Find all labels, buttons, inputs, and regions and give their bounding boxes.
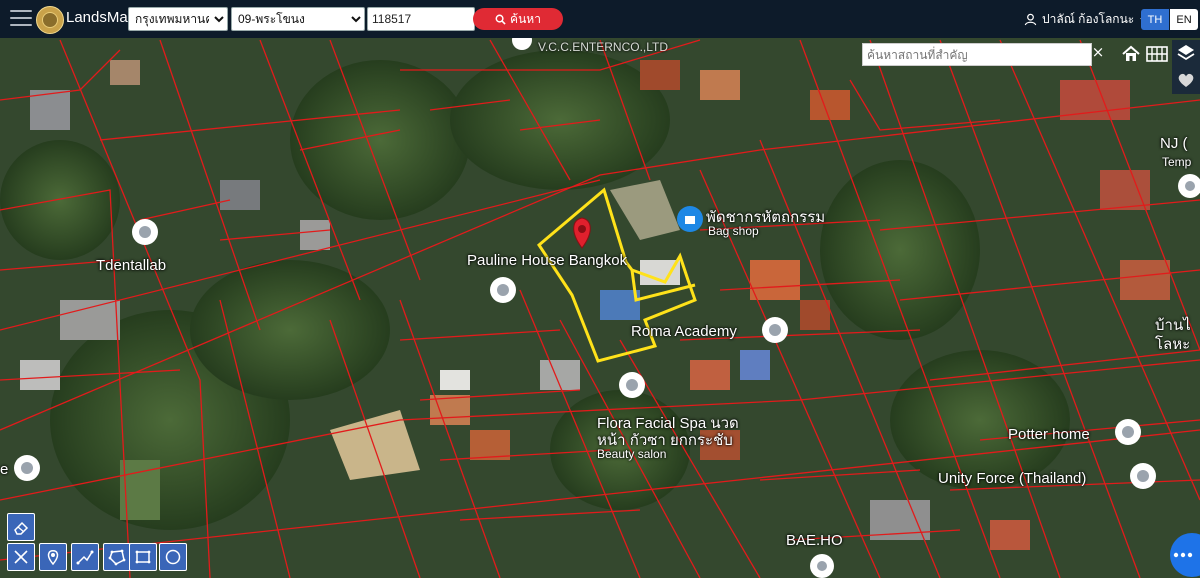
poi-marker-unity-force[interactable] <box>1130 463 1156 489</box>
home-icon <box>1122 45 1140 61</box>
poi-marker-roma-academy[interactable] <box>762 317 788 343</box>
poi-marker-tdentallab[interactable] <box>132 219 158 245</box>
grid-button[interactable] <box>1145 42 1169 66</box>
map-label-beauty-salon: Beauty salon <box>597 447 667 461</box>
poi-marker-pauline-house[interactable] <box>490 277 516 303</box>
rectangle-icon <box>135 550 151 564</box>
circle-icon <box>165 549 181 565</box>
location-pin-icon <box>47 550 59 566</box>
measure-tool-button[interactable] <box>7 543 35 571</box>
rectangle-tool-button[interactable] <box>129 543 157 571</box>
menu-icon[interactable] <box>10 10 32 28</box>
search-button[interactable]: ค้นหา <box>473 8 563 30</box>
poi-marker-potter-home[interactable] <box>1115 419 1141 445</box>
polygon-tool-button[interactable] <box>103 543 131 571</box>
distance-tool-button[interactable] <box>71 543 99 571</box>
map-label-temp: Temp <box>1162 155 1192 169</box>
eraser-tool-button[interactable] <box>7 513 35 541</box>
user-icon <box>1024 13 1037 26</box>
map-label-metal: โลหะ <box>1155 336 1191 353</box>
user-menu[interactable]: ปาลัณ์ ก้องโลกนะ <box>1024 10 1148 29</box>
map-label-pauline-house: Pauline House Bangkok <box>467 252 628 269</box>
map-canvas[interactable] <box>0 38 1200 578</box>
polygon-icon <box>108 549 126 566</box>
map-label-nj: NJ ( <box>1160 135 1188 152</box>
lang-th-button[interactable]: TH <box>1141 9 1169 30</box>
user-name: ปาลัณ์ ก้องโลกนะ <box>1042 12 1135 26</box>
district-select[interactable]: 09-พระโขนง <box>231 7 365 31</box>
map-label-bag-shop: Bag shop <box>708 224 759 238</box>
map-label-roma-academy: Roma Academy <box>631 323 737 340</box>
place-search-clear-button[interactable]: × <box>1090 42 1106 62</box>
more-icon <box>1173 552 1193 558</box>
poi-marker-left[interactable] <box>14 455 40 481</box>
map-label-edge: e <box>0 461 9 478</box>
side-panel <box>1172 40 1200 94</box>
map-label-bae-ho: BAE.HO <box>786 532 843 549</box>
poi-marker-flora-spa[interactable] <box>619 372 645 398</box>
layers-button[interactable] <box>1176 43 1196 63</box>
heart-icon <box>1178 73 1194 87</box>
search-icon <box>495 14 506 25</box>
lang-en-button[interactable]: EN <box>1170 9 1198 30</box>
search-button-label: ค้นหา <box>510 11 541 26</box>
map-label-vcc: V.C.C.ENTERNCO.,LTD <box>538 40 669 54</box>
ruler-icon <box>14 550 28 564</box>
parcel-number-input[interactable] <box>367 7 475 31</box>
home-button[interactable] <box>1119 42 1143 66</box>
grid-icon <box>1146 46 1168 62</box>
province-select[interactable]: กรุงเทพมหานคร <box>128 7 228 31</box>
eraser-icon <box>14 521 29 535</box>
poi-marker-bag-shop[interactable] <box>677 206 703 232</box>
favorite-button[interactable] <box>1176 70 1196 90</box>
poi-marker-bae-ho[interactable] <box>810 554 834 578</box>
place-search-input[interactable] <box>862 43 1092 66</box>
map-label-unity-force: Unity Force (Thailand) <box>938 470 1087 487</box>
distance-icon <box>76 550 94 565</box>
circle-tool-button[interactable] <box>159 543 187 571</box>
top-bar: LandsMaps กรุงเทพมหานคร 09-พระโขนง ค้นหา… <box>0 0 1200 38</box>
marker-tool-button[interactable] <box>39 543 67 571</box>
landsmaps-logo <box>36 6 64 34</box>
map-label-potter-home: Potter home <box>1008 426 1090 443</box>
layers-icon <box>1177 45 1195 61</box>
map-label-tdentallab: Tdentallab <box>96 257 167 274</box>
